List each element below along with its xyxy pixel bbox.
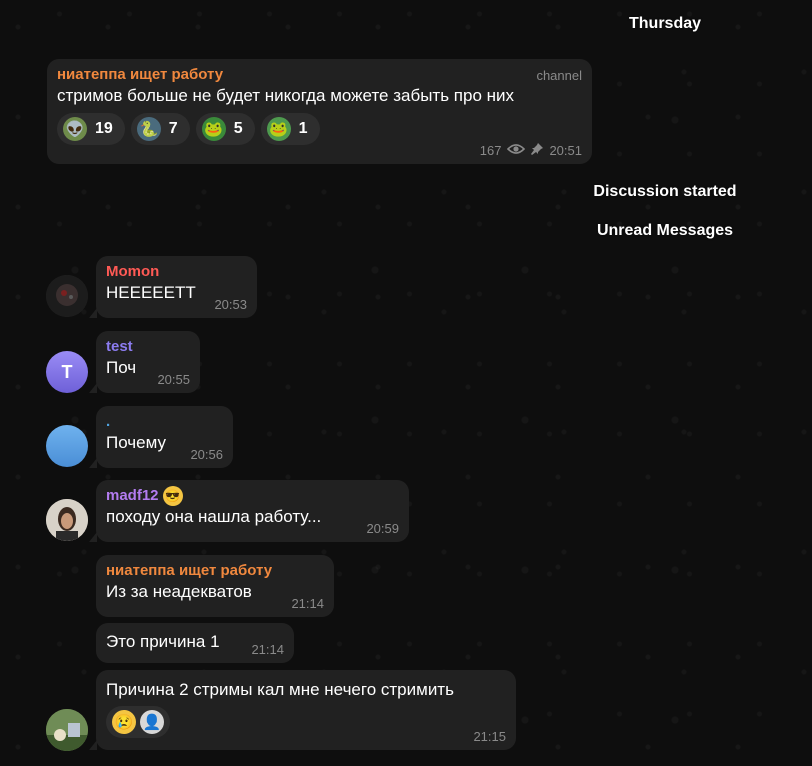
reaction-count: 19 (95, 120, 113, 137)
reaction-count: 7 (168, 120, 178, 137)
avatar[interactable] (46, 425, 88, 467)
message-bubble[interactable]: . Почему 20:56 (89, 406, 233, 468)
message-bubble[interactable]: test Поч 20:55 (89, 331, 200, 393)
post-meta: 167 20:51 (480, 143, 582, 158)
message-time: 21:15 (473, 729, 506, 744)
message-author[interactable]: . (106, 412, 223, 432)
avatar-image (46, 275, 88, 317)
avatar[interactable] (46, 709, 88, 751)
message-bubble[interactable]: ниатеппа ищет работу Из за неадекватов 2… (96, 555, 334, 617)
message-bubble[interactable]: Это причина 1 21:14 (96, 623, 294, 663)
reaction-button[interactable]: 🐸 1 (260, 113, 320, 145)
message-time: 20:59 (366, 521, 399, 536)
message-author[interactable]: ниатеппа ищет работу (106, 561, 324, 581)
channel-post[interactable]: ниатеппа ищет работу channel стримов бол… (47, 59, 592, 164)
post-author[interactable]: ниатеппа ищет работу (57, 65, 582, 85)
channel-tag: channel (536, 68, 582, 83)
avatar[interactable] (46, 499, 88, 541)
message-bubble[interactable]: Причина 2 стримы кал мне нечего стримить… (89, 670, 516, 750)
message-author-row: madf12 😎 (106, 486, 399, 507)
message-author[interactable]: madf12 (106, 487, 159, 504)
message-time: 20:55 (157, 372, 190, 387)
avatar[interactable] (46, 275, 88, 317)
eye-icon (507, 143, 526, 158)
discussion-started-label: Discussion started (593, 183, 737, 200)
post-reactions: 👽 19 🐍 7 🐸 5 🐸 1 (57, 113, 582, 145)
user-sticker-emoji: 👤 (140, 710, 164, 734)
message-time: 20:56 (190, 447, 223, 462)
post-time: 20:51 (549, 143, 582, 158)
crying-face-emoji: 😢 (112, 710, 136, 734)
avatar-image (46, 709, 88, 751)
reaction-button[interactable]: 😢 👤 (106, 706, 170, 738)
reaction-button[interactable]: 🐍 7 (130, 113, 190, 145)
message-time: 20:53 (214, 297, 247, 312)
date-separator: Thursday (628, 15, 702, 32)
pepe-frog-emoji: 🐸 (201, 117, 226, 141)
reaction-count: 5 (233, 120, 243, 137)
alien-sticker-emoji: 👽 (63, 117, 87, 141)
views-count: 167 (479, 143, 502, 158)
message-bubble[interactable]: madf12 😎 походу она нашла работу... 20:59 (89, 480, 409, 542)
avatar[interactable]: T (46, 351, 88, 393)
message-text: Причина 2 стримы кал мне нечего стримить (106, 680, 454, 699)
message-text: походу она нашла работу... (106, 507, 322, 527)
sunglasses-emoji-icon: 😎 (162, 486, 183, 507)
message-time: 21:14 (291, 596, 324, 611)
reaction-button[interactable]: 👽 19 (57, 113, 125, 145)
post-text: стримов больше не будет никогда можете з… (57, 86, 515, 105)
message-bubble[interactable]: Momon НЕЕЕЕЕТТ 20:53 (89, 256, 257, 318)
reaction-count: 1 (298, 120, 308, 137)
message-author[interactable]: Momon (106, 262, 247, 282)
message-author[interactable]: test (106, 337, 190, 357)
unread-messages-label: Unread Messages (596, 222, 734, 239)
message-time: 21:14 (251, 642, 284, 657)
message-reactions: 😢 👤 (106, 706, 506, 738)
pepe-face-emoji: 🐸 (266, 117, 291, 141)
snake-sticker-emoji: 🐍 (136, 117, 161, 141)
reaction-button[interactable]: 🐸 5 (195, 113, 255, 145)
avatar-letter: T (61, 361, 73, 382)
pin-icon (531, 143, 544, 158)
avatar-image (46, 499, 88, 541)
